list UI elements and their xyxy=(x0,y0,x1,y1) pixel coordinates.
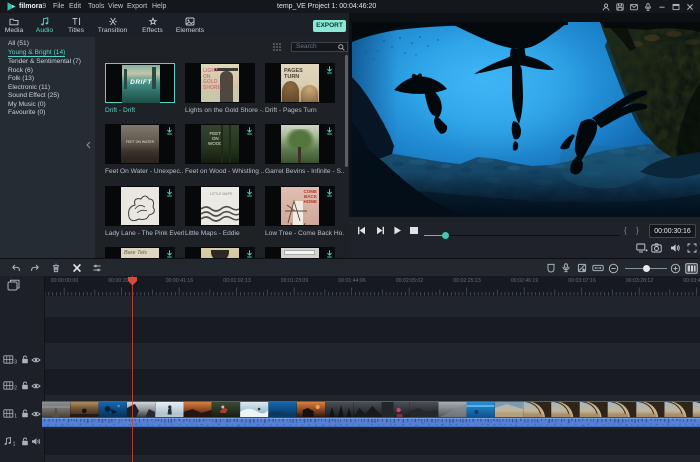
svg-text:3: 3 xyxy=(14,359,17,364)
svg-text:1: 1 xyxy=(14,413,17,418)
svg-text:1: 1 xyxy=(13,441,16,446)
svg-text:2: 2 xyxy=(14,385,17,390)
